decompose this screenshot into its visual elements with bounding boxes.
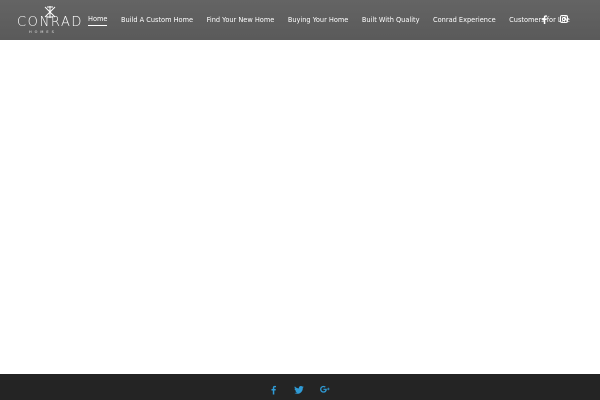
page: CONRAD HOMES Home Build A Custom Home Fi… — [0, 0, 600, 400]
nav-item-conrad-experience[interactable]: Conrad Experience — [433, 15, 496, 26]
logo-subtitle: HOMES — [29, 30, 57, 34]
facebook-icon[interactable] — [540, 14, 549, 24]
twitter-icon[interactable] — [294, 384, 304, 395]
site-footer — [0, 374, 600, 400]
google-plus-icon[interactable] — [320, 384, 330, 395]
nav-item-build-a-custom-home[interactable]: Build A Custom Home — [121, 15, 193, 26]
nav-item-home[interactable]: Home — [88, 14, 108, 26]
nav-item-built-with-quality[interactable]: Built With Quality — [362, 15, 420, 26]
site-header: CONRAD HOMES Home Build A Custom Home Fi… — [0, 0, 600, 40]
header-social-links — [540, 14, 578, 24]
site-logo[interactable]: CONRAD HOMES — [17, 5, 83, 37]
facebook-icon[interactable] — [268, 384, 278, 395]
main-nav: Home Build A Custom Home Find Your New H… — [88, 0, 583, 40]
logo-wordmark: CONRAD — [17, 15, 84, 30]
footer-social-links — [268, 384, 346, 395]
nav-item-buying-your-home[interactable]: Buying Your Home — [288, 15, 349, 26]
nav-item-find-your-new-home[interactable]: Find Your New Home — [207, 15, 275, 26]
instagram-icon[interactable] — [559, 14, 568, 24]
